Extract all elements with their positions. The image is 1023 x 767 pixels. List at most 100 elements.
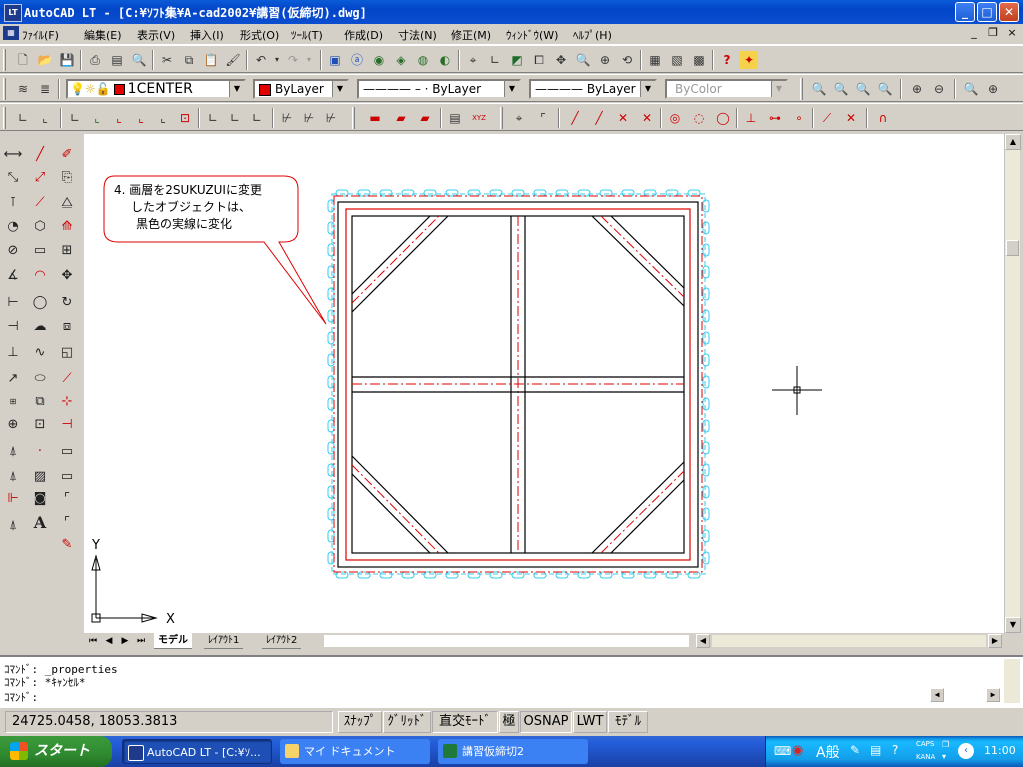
ucs-origin-icon[interactable]: ∟ <box>66 109 84 127</box>
express-tools-icon[interactable]: ✦ <box>740 51 758 69</box>
osnap-endpoint-icon[interactable]: ╱ <box>566 109 584 127</box>
chevron-down-icon[interactable]: ▼ <box>504 81 519 97</box>
selection-grip[interactable] <box>335 189 349 197</box>
dim-style-icon[interactable]: ⍋ <box>2 515 24 537</box>
selection-grip[interactable] <box>327 199 335 213</box>
ucs-apply-icon[interactable]: ⊡ <box>176 109 194 127</box>
selection-grip[interactable] <box>327 441 335 455</box>
selection-grip[interactable] <box>327 287 335 301</box>
mirror-icon[interactable]: ⧋ <box>56 192 78 214</box>
polygon-icon[interactable]: ⬡ <box>29 216 51 238</box>
first-tab-icon[interactable]: ⏮ <box>86 634 100 648</box>
hscroll-left-icon[interactable]: ◀ <box>696 634 710 648</box>
selection-grip[interactable] <box>379 189 393 197</box>
polar-toggle[interactable]: 極 <box>499 711 519 733</box>
layer-manager-icon[interactable]: ≋ <box>14 80 32 98</box>
dim-edit-text-icon[interactable]: ⍋ <box>2 466 24 488</box>
selection-grip[interactable] <box>665 571 679 579</box>
selection-grip[interactable] <box>702 221 710 235</box>
taskbar-my-documents[interactable]: マイ ドキュメント <box>280 739 430 764</box>
selection-grip[interactable] <box>555 189 569 197</box>
dim-radius-icon[interactable]: ◔ <box>2 216 24 238</box>
tracking-icon[interactable]: ⌖ <box>464 51 482 69</box>
mdi-minimize-button[interactable]: _ <box>966 26 982 40</box>
ucs-view-icon[interactable]: ⌞ <box>132 109 150 127</box>
selection-grip[interactable] <box>702 485 710 499</box>
selection-grip[interactable] <box>327 507 335 521</box>
ucs-rotate-icon[interactable]: ⊬ <box>300 109 318 127</box>
menu-tools[interactable]: ﾂｰﾙ(T) <box>291 27 323 43</box>
menu-help[interactable]: ﾍﾙﾌﾟ(H) <box>573 27 612 43</box>
drawing-area[interactable]: 4. 画層を2SUKUZUIに変更 したオブジェクトは、 黒色の実線に変化 Y … <box>84 134 1004 633</box>
selection-grip[interactable] <box>702 419 710 433</box>
autocad-app-icon[interactable]: LT <box>4 4 22 22</box>
ime-mode[interactable]: A般 <box>816 742 840 762</box>
tool-palette-icon[interactable]: ▩ <box>690 51 708 69</box>
selection-grip[interactable] <box>533 189 547 197</box>
chevron-down-icon[interactable]: ▼ <box>640 81 655 97</box>
selection-grip[interactable] <box>702 309 710 323</box>
selection-grip[interactable] <box>327 353 335 367</box>
selection-grip[interactable] <box>401 189 415 197</box>
dim-linear-icon[interactable]: ⟷ <box>2 144 24 166</box>
selection-grip[interactable] <box>621 571 635 579</box>
cmd-scroll-left-icon[interactable]: ◀ <box>930 688 944 702</box>
region-icon[interactable]: ◙ <box>29 488 51 510</box>
drawing-svg[interactable]: 4. 画層を2SUKUZUIに変更 したオブジェクトは、 黒色の実線に変化 Y … <box>84 134 1004 633</box>
grid-toggle[interactable]: ｸﾞﾘｯﾄﾞ <box>383 711 431 733</box>
selection-grip[interactable] <box>702 463 710 477</box>
selection-grip[interactable] <box>423 571 437 579</box>
osnap-insert-icon[interactable]: ⊶ <box>766 109 784 127</box>
xyz-coordinates-icon[interactable]: XYZ <box>470 109 488 127</box>
extend-icon[interactable]: ⊣ <box>56 414 78 436</box>
pan-icon[interactable]: ✥ <box>552 51 570 69</box>
scroll-down-icon[interactable]: ▼ <box>1005 617 1021 633</box>
selection-grip[interactable] <box>702 265 710 279</box>
menu-file[interactable]: ﾌｧｲﾙ(F) <box>22 27 59 43</box>
model-toggle[interactable]: ﾓﾃﾞﾙ <box>608 711 648 733</box>
selection-grip[interactable] <box>643 189 657 197</box>
dim-aligned-icon[interactable]: ⤡ <box>2 167 24 189</box>
selection-grip[interactable] <box>327 529 335 543</box>
menu-format[interactable]: 形式(O) <box>240 27 279 43</box>
selection-grip[interactable] <box>702 243 710 257</box>
selection-grip[interactable] <box>327 463 335 477</box>
selection-grip[interactable] <box>335 571 349 579</box>
selection-grip[interactable] <box>379 571 393 579</box>
line-icon[interactable]: ╱ <box>29 144 51 166</box>
osnap-tangent-icon[interactable]: ◯ <box>714 109 732 127</box>
selection-grip[interactable] <box>643 571 657 579</box>
last-tab-icon[interactable]: ⏭ <box>134 634 148 648</box>
match-properties-icon[interactable]: 🖌 <box>224 51 242 69</box>
title-bar[interactable]: LT AutoCAD LT - [C:¥ｿﾌﾄ集¥A-cad2002¥講習(仮締… <box>0 0 1023 24</box>
explode-icon[interactable]: ✎ <box>56 534 78 556</box>
selection-grip[interactable] <box>702 287 710 301</box>
print-icon[interactable]: ⎙ <box>86 51 104 69</box>
new-icon[interactable]: 🗋 <box>14 51 32 69</box>
scroll-up-icon[interactable]: ▲ <box>1005 134 1021 150</box>
hscroll-right-icon[interactable]: ▶ <box>988 634 1002 648</box>
zoom-dynamic-icon[interactable]: 🔍 <box>832 80 850 98</box>
text-document-icon[interactable]: ▤ <box>446 109 464 127</box>
ucs-z-icon[interactable]: ∟ <box>226 109 244 127</box>
toolbar-grip[interactable] <box>800 78 803 100</box>
selection-grip[interactable] <box>327 309 335 323</box>
selection-grip[interactable] <box>511 189 525 197</box>
drawing-icon[interactable]: ▦ <box>3 26 19 40</box>
zoom-in-icon[interactable]: ⊕ <box>908 80 926 98</box>
stretch-icon[interactable]: ◱ <box>56 342 78 364</box>
mdi-restore-button[interactable]: ❐ <box>985 26 1001 40</box>
menu-modify[interactable]: 修正(M) <box>451 27 491 43</box>
dim-edit-icon[interactable]: ⍋ <box>2 441 24 463</box>
vertical-scrollbar[interactable]: ▲ ▼ <box>1004 134 1021 633</box>
layer-dropdown[interactable]: 💡☼🔓 1CENTER ▼ <box>66 79 246 99</box>
command-prompt[interactable]: ｺﾏﾝﾄﾞ: <box>4 689 38 705</box>
selection-grip[interactable] <box>599 571 613 579</box>
save-icon[interactable]: 💾 <box>58 51 76 69</box>
rotate-icon[interactable]: ↻ <box>56 292 78 314</box>
selection-grip[interactable] <box>687 189 701 197</box>
selection-grip[interactable] <box>599 189 613 197</box>
cmd-scroll-right-icon[interactable]: ▶ <box>986 688 1000 702</box>
zoom-window-icon[interactable]: 🔍 <box>810 80 828 98</box>
block-fill-icon[interactable]: ▰ <box>392 109 410 127</box>
